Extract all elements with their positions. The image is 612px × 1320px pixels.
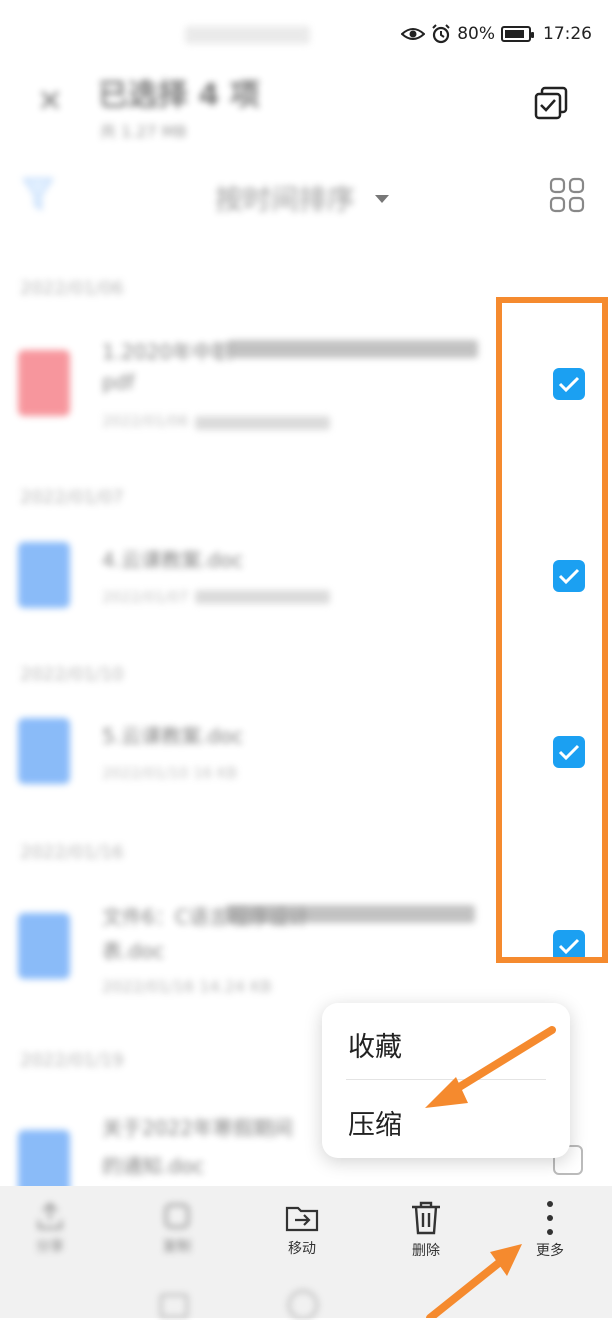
arrow-to-more	[426, 1258, 504, 1318]
arrow-to-compress	[444, 1026, 556, 1098]
annotation-arrows	[425, 1026, 556, 1318]
